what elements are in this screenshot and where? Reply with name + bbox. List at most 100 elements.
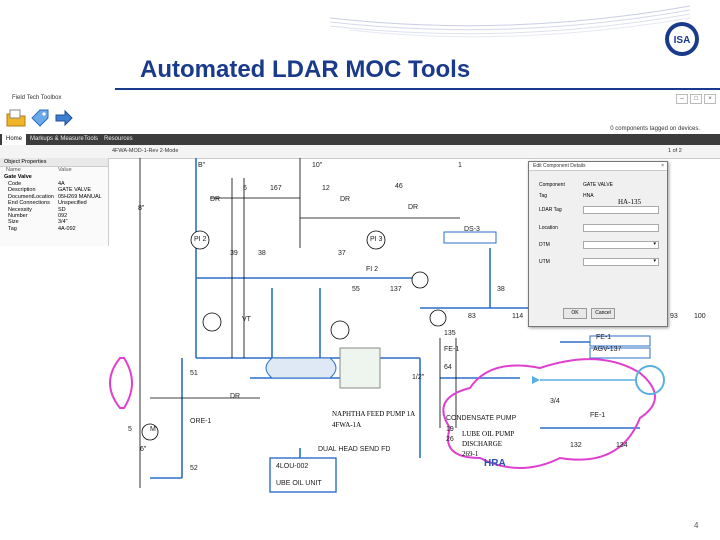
col-name: Name	[6, 167, 21, 173]
dtm-label: DTM	[539, 242, 550, 248]
instrument-bubbles	[141, 230, 447, 441]
location-field[interactable]	[583, 224, 659, 232]
ds3-box	[443, 231, 497, 244]
label-26: 26	[446, 436, 454, 443]
label-dr1: DR	[210, 196, 221, 203]
utm-select[interactable]: ▾	[583, 258, 659, 266]
label-6: 6	[243, 185, 247, 192]
component-label: Component	[539, 182, 565, 188]
header-swoosh	[330, 5, 690, 38]
label-b: B"	[198, 162, 206, 169]
label-hra: HRA	[484, 458, 506, 469]
property-row[interactable]: Tag 4A-092	[0, 226, 108, 232]
label-ds3: DS-3	[464, 226, 480, 233]
chevron-down-icon: ▾	[653, 241, 656, 247]
window-title: Field Tech Toolbox	[12, 95, 62, 101]
window-titlebar: Field Tech Toolbox – □ ×	[0, 92, 720, 104]
logo-text: ISA	[674, 35, 691, 46]
label-134: 134	[616, 442, 628, 449]
dialog-title: Edit Component Details ×	[529, 162, 667, 171]
status-message: 0 components tagged on devices.	[610, 126, 700, 132]
menu-tools[interactable]: Tools	[84, 136, 98, 142]
menu-home[interactable]: Home	[2, 134, 27, 145]
page-indicator: 1 of 2	[668, 148, 682, 154]
edit-component-dialog: Edit Component Details × Component GATE …	[528, 161, 668, 327]
arrow-right-icon[interactable]	[54, 108, 74, 128]
label-half: 1/2"	[412, 374, 425, 381]
label-lube-pump: LUBE OIL PUMP	[462, 430, 515, 438]
label-135: 135	[444, 330, 456, 337]
pump-vessel	[265, 357, 337, 379]
tag-icon[interactable]	[30, 108, 50, 128]
location-label: Location	[539, 225, 558, 231]
label-fe1b: FE-1	[596, 334, 612, 341]
folder-icon[interactable]	[6, 108, 26, 128]
label-m: M	[150, 426, 156, 433]
isa-logo: ISA	[665, 22, 699, 56]
object-properties-panel: Object Properties Name Value Gate Valve …	[0, 158, 109, 246]
label-64: 64	[444, 364, 452, 371]
label-naphtha-tag: 4FWA-1A	[332, 421, 362, 429]
label-8in: 8"	[138, 205, 145, 212]
label-fe1: FE-1	[444, 346, 460, 353]
callout-arrow	[532, 376, 540, 384]
ldar-tag-value: HA-135	[618, 198, 641, 206]
label-5: 5	[128, 426, 132, 433]
label-10in: 10"	[312, 162, 323, 169]
cancel-button[interactable]: Cancel	[591, 308, 615, 319]
label-19: 19	[446, 426, 454, 433]
label-38: 38	[258, 250, 266, 257]
label-6in: 6"	[140, 446, 147, 453]
label-37: 37	[338, 250, 346, 257]
label-pi3: PI 3	[370, 236, 383, 243]
label-52: 52	[190, 465, 198, 472]
panel-section: Gate Valve	[4, 174, 32, 180]
label-4lou: 4LOU-002	[276, 463, 309, 470]
label-167: 167	[270, 185, 282, 192]
label-83: 83	[468, 313, 476, 320]
close-icon[interactable]: ×	[704, 94, 716, 104]
ribbon: 0 components tagged on devices.	[0, 104, 720, 134]
dtm-select[interactable]: ▾	[583, 241, 659, 249]
label-discharge: DISCHARGE	[462, 440, 503, 448]
label-93: 93	[670, 313, 678, 320]
maximize-icon[interactable]: □	[690, 94, 702, 104]
menu-bar: Home Markups & Measure Tools Resources	[0, 134, 720, 145]
label-12: 12	[322, 185, 330, 192]
label-137: 137	[390, 286, 402, 293]
ldar-tag-field[interactable]	[583, 206, 659, 214]
minimize-icon[interactable]: –	[676, 94, 688, 104]
page-number: 4	[694, 521, 699, 530]
label-114: 114	[512, 313, 524, 320]
label-ore1: ORE-1	[190, 418, 212, 425]
window-controls: – □ ×	[656, 93, 716, 104]
document-toolbar: 4FWA-MOD-1-Rev 2-Mode 1 of 2	[0, 145, 720, 159]
label-dr4: DR	[230, 393, 241, 400]
ok-button[interactable]: OK	[563, 308, 587, 319]
chevron-down-icon: ▾	[653, 258, 656, 264]
dialog-close-icon[interactable]: ×	[661, 162, 664, 170]
label-ube-oil: UBE OIL UNIT	[276, 480, 322, 487]
col-value: Value	[58, 167, 72, 173]
label-1: 1	[458, 162, 462, 169]
tag-label: Tag	[539, 193, 548, 199]
label-fe1c: FE-1	[590, 412, 606, 419]
label-dr3: DR	[408, 204, 419, 211]
menu-markups-measure[interactable]: Markups & Measure	[30, 136, 84, 142]
label-269: 269-1	[462, 450, 479, 458]
panel-columns: Name Value	[0, 167, 108, 174]
label-100: 100	[694, 313, 706, 320]
ldar-tag-label: LDAR Tag	[539, 207, 562, 213]
slide-title: Automated LDAR MOC Tools	[140, 56, 471, 83]
panel-title: Object Properties	[0, 158, 108, 167]
label-agv137: AGV-137	[593, 346, 622, 353]
label-fi2: FI 2	[366, 266, 379, 273]
label-39: 39	[230, 250, 238, 257]
label-132: 132	[570, 442, 582, 449]
title-divider	[115, 88, 720, 90]
tag-value: HNA	[583, 193, 594, 199]
label-dr2: DR	[340, 196, 351, 203]
menu-resources[interactable]: Resources	[104, 136, 133, 142]
label-condensate: CONDENSATE PUMP	[446, 415, 517, 422]
callout-circle	[635, 365, 665, 395]
